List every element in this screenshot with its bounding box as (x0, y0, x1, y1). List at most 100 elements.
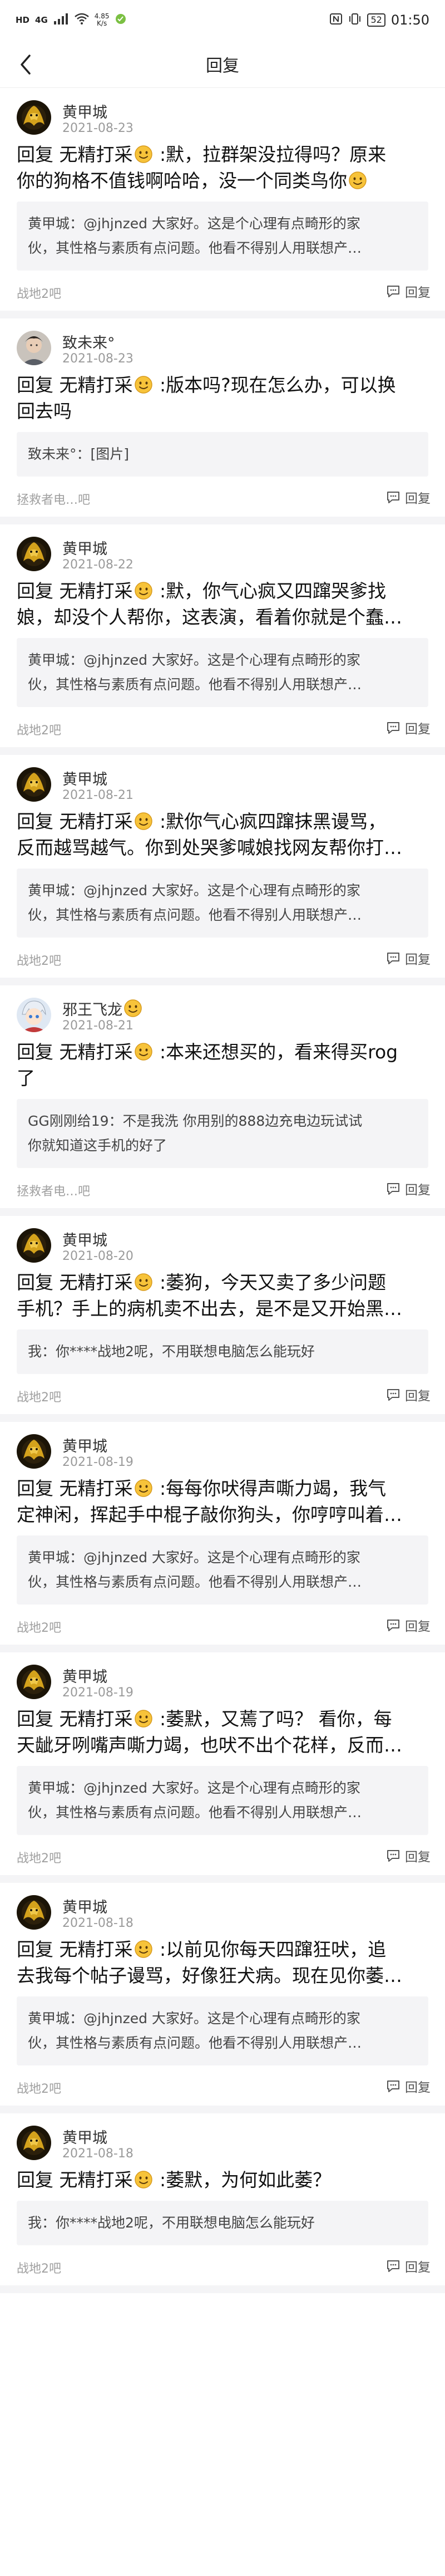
quoted-post[interactable]: 黄甲城：@jhjnzed 大家好。这是个心理有点畸形的家 伙，其性格与素质有点问题… (17, 202, 428, 271)
reply-card[interactable]: 黄甲城 2021-08-19 回复 无精打采 :萎默，又蔫了吗？ 看你，每 天龇牙咧嘴… (0, 1652, 445, 1883)
reply-text: 回复 无精打采 :默，你气心疯又四蹿哭爹找 娘，却没个人帮你，这表演，看着你就是个… (0, 578, 445, 630)
username[interactable]: 致未来° (62, 331, 115, 352)
reply-card-footer: 战地2吧 回复 (0, 1605, 445, 1645)
reply-button[interactable]: 回复 (386, 1846, 431, 1865)
reply-text-line: 回复 无精打采 :以前见你每天四蹿狂吠，追 (17, 1939, 387, 1960)
avatar[interactable] (17, 331, 51, 365)
reply-button-label: 回复 (405, 1620, 431, 1634)
quoted-post-line: 伙，其性格与素质有点问题。他看不得别人用联想产… (28, 1574, 362, 1590)
reply-text: 回复 无精打采 :每每你吠得声嘶力竭，我气 定神闲，挥起手中棍子敲你狗头，你哼哼叫… (0, 1475, 445, 1528)
page-title: 回复 (206, 56, 239, 76)
reply-card[interactable]: 黄甲城 2021-08-20 回复 无精打采 :萎狗，今天又卖了多少问题 手机？手上的… (0, 1216, 445, 1422)
reply-text-line: 娘，却没个人帮你，这表演，看着你就是个蠢… (17, 606, 402, 628)
reply-button[interactable]: 回复 (386, 718, 431, 737)
quoted-post[interactable]: GG刚刚给19：不是我洗 你用别的888边充电边玩试试 你就知道这手机的好了 (17, 1099, 428, 1168)
avatar[interactable] (17, 998, 51, 1032)
reply-button-label: 回复 (405, 2260, 431, 2275)
post-date: 2021-08-21 (62, 1019, 134, 1033)
reply-button[interactable]: 回复 (386, 488, 431, 507)
reply-card[interactable]: 黄甲城 2021-08-18 回复 无精打采 :萎默，为何如此萎？ 我：你****战地… (0, 2113, 445, 2293)
reply-button[interactable]: 回复 (386, 1616, 431, 1635)
reply-button[interactable]: 回复 (386, 282, 431, 301)
avatar[interactable] (17, 1228, 51, 1263)
reply-button-label: 回复 (405, 2081, 431, 2095)
username[interactable]: 黄甲城 (62, 767, 107, 789)
reply-button-label: 回复 (405, 1183, 431, 1198)
avatar[interactable] (17, 1895, 51, 1930)
quoted-post[interactable]: 黄甲城：@jhjnzed 大家好。这是个心理有点畸形的家 伙，其性格与素质有点问题… (17, 1766, 428, 1835)
username[interactable]: 黄甲城 (62, 1895, 107, 1917)
reply-button[interactable]: 回复 (386, 949, 431, 968)
forum-source[interactable]: 战地2吧 (17, 720, 61, 738)
reply-card[interactable]: 邪王飞龙 2021-08-21 回复 无精打采 :本来还想买的，看来得买rog 了 GG… (0, 985, 445, 1216)
avatar[interactable] (17, 2126, 51, 2160)
forum-source[interactable]: 战地2吧 (17, 2259, 61, 2276)
avatar[interactable] (17, 1434, 51, 1469)
quoted-post[interactable]: 我：你****战地2呢，不用联想电脑怎么能玩好 (17, 2201, 428, 2245)
reply-text-line: 回复 无精打采 :默，拉群架没拉得吗？原来 (17, 144, 387, 165)
forum-source[interactable]: 战地2吧 (17, 1848, 61, 1866)
post-date: 2021-08-20 (62, 1249, 134, 1263)
username[interactable]: 黄甲城 (62, 100, 107, 122)
comment-icon (387, 492, 399, 503)
forum-source[interactable]: 战地2吧 (17, 1387, 61, 1405)
signal-type-label: 4G (35, 14, 48, 25)
forum-source[interactable]: 战地2吧 (17, 1618, 61, 1636)
comment-icon (387, 1389, 399, 1401)
quoted-post[interactable]: 我：你****战地2呢，不用联想电脑怎么能玩好 (17, 1329, 428, 1374)
comment-icon (387, 2260, 399, 2272)
username[interactable]: 黄甲城 (62, 1665, 107, 1686)
reply-text: 回复 无精打采 :以前见你每天四蹿狂吠，追 去我每个帖子谩骂，好像狂犬病。现在见你… (0, 1936, 445, 1989)
reply-card[interactable]: 黄甲城 2021-08-23 回复 无精打采 :默，拉群架没拉得吗？原来你的狗格不值… (0, 88, 445, 318)
quoted-post-line: GG刚刚给19：不是我洗 你用别的888边充电边玩试试 (28, 1113, 363, 1129)
forum-source[interactable]: 拯救者电…吧 (17, 1181, 90, 1199)
reply-text-line: 回复 无精打采 :萎默，为何如此萎？ (17, 2169, 332, 2191)
smiley-emoji-icon (134, 1479, 152, 1497)
avatar[interactable] (17, 537, 51, 571)
reply-text-line: 天龇牙咧嘴声嘶力竭，也吠不出个花样，反而… (17, 1734, 402, 1756)
reply-button[interactable]: 回复 (386, 1385, 431, 1404)
forum-source[interactable]: 战地2吧 (17, 951, 61, 969)
reply-card[interactable]: 黄甲城 2021-08-19 回复 无精打采 :每每你吠得声嘶力竭，我气 定神闲，挥起… (0, 1422, 445, 1652)
username[interactable]: 黄甲城 (62, 1434, 107, 1456)
reply-card-footer: 战地2吧 回复 (0, 1374, 445, 1414)
post-date: 2021-08-19 (62, 1686, 134, 1700)
post-date: 2021-08-19 (62, 1455, 134, 1469)
reply-card[interactable]: 黄甲城 2021-08-18 回复 无精打采 :以前见你每天四蹿狂吠，追 去我每个帖子… (0, 1883, 445, 2113)
reply-button[interactable]: 回复 (386, 1179, 431, 1198)
forum-source[interactable]: 战地2吧 (17, 2079, 61, 2097)
reply-button-label: 回复 (405, 286, 431, 300)
post-date: 2021-08-21 (62, 788, 134, 802)
quoted-post[interactable]: 致未来°：[图片] (17, 432, 428, 477)
quoted-post-line: 伙，其性格与素质有点问题。他看不得别人用联想产… (28, 1804, 362, 1821)
avatar[interactable] (17, 1665, 51, 1699)
reply-text-line: 定神闲，挥起手中棍子敲你狗头，你哼哼叫着… (17, 1504, 402, 1525)
forum-source[interactable]: 战地2吧 (17, 284, 61, 302)
username[interactable]: 邪王飞龙 (62, 998, 144, 1019)
reply-card[interactable]: 致未来° 2021-08-23 回复 无精打采 :版本吗?现在怎么办，可以换 回去吗致… (0, 318, 445, 524)
reply-card[interactable]: 黄甲城 2021-08-22 回复 无精打采 :默，你气心疯又四蹿哭爹找 娘，却没个人… (0, 524, 445, 755)
forum-source[interactable]: 拯救者电…吧 (17, 490, 90, 508)
reply-button[interactable]: 回复 (386, 2256, 431, 2275)
quoted-post[interactable]: 黄甲城：@jhjnzed 大家好。这是个心理有点畸形的家 伙，其性格与素质有点问题… (17, 1996, 428, 2065)
quoted-post[interactable]: 黄甲城：@jhjnzed 大家好。这是个心理有点畸形的家 伙，其性格与素质有点问题… (17, 1535, 428, 1605)
quoted-post[interactable]: 黄甲城：@jhjnzed 大家好。这是个心理有点畸形的家 伙，其性格与素质有点问题… (17, 869, 428, 938)
reply-text-line: 回复 无精打采 :本来还想买的，看来得买rog (17, 1041, 398, 1063)
post-date: 2021-08-23 (62, 121, 134, 135)
reply-card[interactable]: 黄甲城 2021-08-21 回复 无精打采 :默你气心疯四蹿抹黑谩骂， 反而越骂越气… (0, 755, 445, 985)
comment-icon (387, 722, 399, 734)
avatar[interactable] (17, 100, 51, 135)
avatar[interactable] (17, 767, 51, 802)
reply-button[interactable]: 回复 (386, 2077, 431, 2096)
smiley-emoji-icon (134, 1043, 152, 1061)
reply-text-line: 你的狗格不值钱啊哈哈，没一个同类鸟你 (17, 168, 428, 194)
username[interactable]: 黄甲城 (62, 1228, 107, 1250)
username[interactable]: 黄甲城 (62, 2126, 107, 2147)
back-button[interactable] (14, 52, 37, 77)
username[interactable]: 黄甲城 (62, 537, 107, 558)
reply-button-label: 回复 (405, 492, 431, 506)
quoted-post[interactable]: 黄甲城：@jhjnzed 大家好。这是个心理有点畸形的家 伙，其性格与素质有点问题… (17, 638, 428, 707)
reply-card-footer: 拯救者电…吧 回复 (0, 1168, 445, 1208)
post-date: 2021-08-18 (62, 2147, 134, 2161)
reply-text-line: 回复 无精打采 :萎默，又蔫了吗？ 看你，每 (17, 1708, 392, 1730)
